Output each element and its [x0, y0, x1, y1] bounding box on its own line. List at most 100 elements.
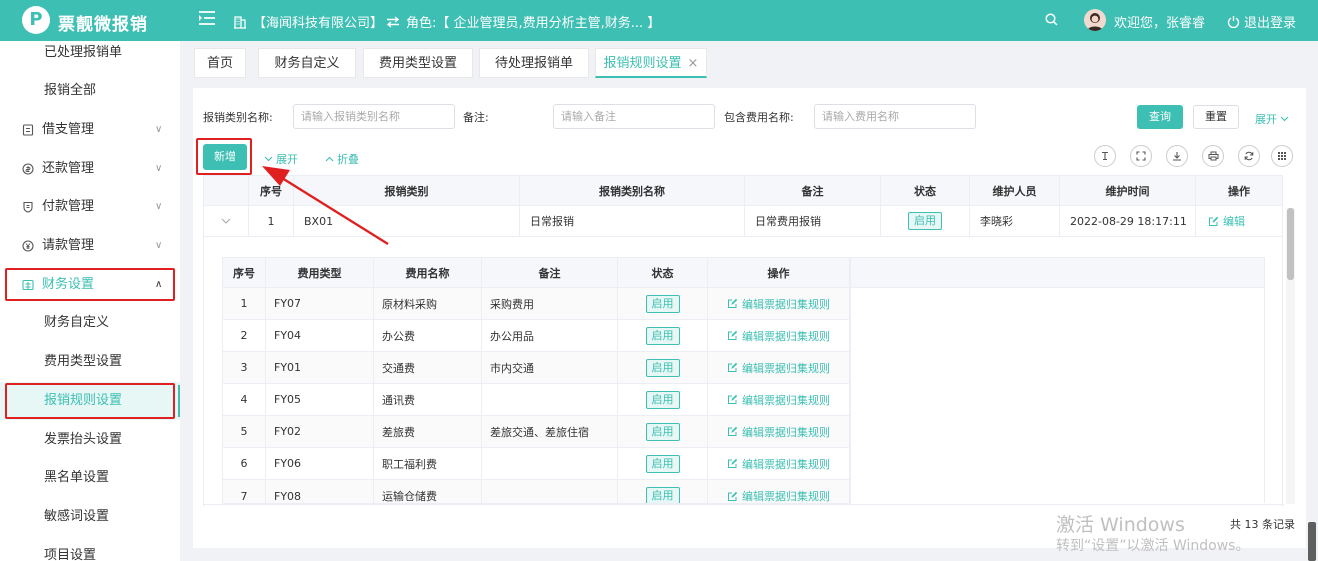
download-icon[interactable] [1166, 145, 1188, 167]
cell-actions: 编辑票据归集规则 [708, 448, 850, 479]
table-row[interactable]: 2 FY04 办公费 办公用品 启用 编辑票据归集规则 [222, 320, 851, 352]
sidebar-item-sensitive-words[interactable]: 敏感词设置 [0, 498, 180, 536]
tab-fee-type[interactable]: 费用类型设置 [363, 48, 473, 78]
cell-index: 5 [223, 416, 266, 447]
role-selector[interactable]: 角色:【 企业管理员,费用分析主管,财务... 】 [386, 12, 660, 31]
sidebar-item-payment[interactable]: 付款管理 ∨ [0, 188, 180, 226]
scrollbar-thumb[interactable] [1287, 208, 1294, 280]
sidebar-item-processed[interactable]: 已处理报销单 [0, 34, 180, 72]
table-row[interactable]: 4 FY05 通讯费 启用 编辑票据归集规则 [222, 384, 851, 416]
row-expand-toggle[interactable] [204, 206, 249, 236]
expand-all-link[interactable]: 展开 [264, 151, 298, 167]
company-selector[interactable]: 【海闻科技有限公司】 [233, 12, 383, 31]
sidebar-item-loan[interactable]: 借支管理 ∨ [0, 111, 180, 149]
edit-rule-link[interactable]: 编辑票据归集规则 [727, 360, 830, 376]
table-row[interactable]: 1 FY07 原材料采购 采购费用 启用 编辑票据归集规则 [222, 288, 851, 320]
cell-maintainer: 李晓彩 [970, 206, 1060, 236]
cell-name: 运输仓储费 [374, 480, 482, 503]
text-size-icon[interactable] [1094, 145, 1116, 167]
edit-rule-link[interactable]: 编辑票据归集规则 [727, 456, 830, 472]
table-row[interactable]: 6 FY06 职工福利费 启用 编辑票据归集规则 [222, 448, 851, 480]
sidebar: 已处理报销单 报销全部 借支管理 ∨ 还款管理 ∨ 付款管理 ∨ 请款管理 ∨ … [0, 41, 180, 561]
tab-home[interactable]: 首页 [194, 48, 246, 78]
category-name-input[interactable]: 请输入报销类别名称 [293, 104, 455, 129]
chevron-down-icon: ∨ [155, 163, 163, 174]
chevron-down-icon: ∨ [155, 201, 163, 212]
sidebar-item-all-reimbursements[interactable]: 报销全部 [0, 72, 180, 110]
cell-remark [482, 384, 618, 415]
edit-rule-link[interactable]: 编辑票据归集规则 [727, 488, 830, 503]
search-icon[interactable] [1045, 13, 1058, 26]
cell-actions: 编辑票据归集规则 [708, 352, 850, 383]
tab-reimbursement-rules[interactable]: 报销规则设置 × [595, 48, 707, 78]
remark-input[interactable]: 请输入备注 [553, 104, 715, 129]
sidebar-item-blacklist[interactable]: 黑名单设置 [0, 459, 180, 497]
columns-icon[interactable] [1271, 145, 1293, 167]
chevron-down-icon [1280, 116, 1289, 122]
table-row[interactable]: 1 BX01 日常报销 日常费用报销 启用 李晓彩 2022-08-29 18:… [203, 206, 1283, 237]
edit-rule-link[interactable]: 编辑票据归集规则 [727, 296, 830, 312]
cell-name: 通讯费 [374, 384, 482, 415]
tab-pending[interactable]: 待处理报销单 [479, 48, 589, 78]
logout-label: 退出登录 [1244, 16, 1297, 31]
sidebar-item-invoice-header[interactable]: 发票抬头设置 [0, 421, 180, 459]
cell-status: 启用 [618, 384, 708, 415]
edit-icon [727, 330, 738, 341]
cell-status: 启用 [618, 352, 708, 383]
coin-icon [22, 163, 34, 175]
top-header: P 票靓微报销 【海闻科技有限公司】 角色:【 企业管理员,费用分析主管,财务.… [0, 0, 1318, 41]
app-logo[interactable]: P [22, 6, 50, 34]
fee-name-input[interactable]: 请输入费用名称 [814, 104, 976, 129]
col-header-index: 序号 [249, 176, 294, 205]
tab-finance-custom[interactable]: 财务自定义 [258, 48, 356, 78]
table-row[interactable]: 7 FY08 运输仓储费 启用 编辑票据归集规则 [222, 480, 851, 504]
table-row[interactable]: 5 FY02 差旅费 差旅交通、差旅住宿 启用 编辑票据归集规则 [222, 416, 851, 448]
col-header-category: 报销类别 [294, 176, 520, 205]
sub-col-type: 费用类型 [266, 258, 374, 287]
cell-actions: 编辑票据归集规则 [708, 320, 850, 351]
edit-link[interactable]: 编辑 [1208, 213, 1245, 229]
table-scrollbar[interactable] [1286, 208, 1295, 504]
logout-button[interactable]: 退出登录 [1227, 12, 1296, 31]
sidebar-item-fee-type[interactable]: 费用类型设置 [0, 343, 180, 381]
filter-expand-link[interactable]: 展开 [1255, 111, 1289, 127]
edit-rule-link[interactable]: 编辑票据归集规则 [727, 424, 830, 440]
cell-time: 2022-08-29 18:17:11 [1060, 206, 1196, 236]
menu-toggle-icon[interactable] [198, 10, 216, 26]
cell-type: FY02 [266, 416, 374, 447]
sidebar-item-projects[interactable]: 项目设置 [0, 537, 180, 561]
edit-icon [727, 426, 738, 437]
expand-all-label: 展开 [276, 153, 298, 166]
cell-index: 7 [223, 480, 266, 503]
table-row[interactable]: 3 FY01 交通费 市内交通 启用 编辑票据归集规则 [222, 352, 851, 384]
cell-status: 启用 [618, 320, 708, 351]
sidebar-item-repayment[interactable]: 还款管理 ∨ [0, 150, 180, 188]
edit-rule-link[interactable]: 编辑票据归集规则 [727, 392, 830, 408]
reset-button[interactable]: 重置 [1193, 105, 1239, 129]
avatar[interactable] [1084, 9, 1106, 31]
page-scrollbar[interactable] [1308, 512, 1316, 561]
collapse-all-link[interactable]: 折叠 [325, 151, 359, 167]
sub-table-empty-area [851, 288, 1265, 503]
page-scrollbar-thumb[interactable] [1308, 522, 1316, 561]
edit-icon [727, 458, 738, 469]
refresh-icon[interactable] [1238, 145, 1260, 167]
edit-label: 编辑 [1223, 215, 1245, 228]
edit-rule-link[interactable]: 编辑票据归集规则 [727, 328, 830, 344]
query-button[interactable]: 查询 [1137, 105, 1183, 129]
edit-icon [727, 491, 738, 502]
windows-activation-subtitle: 转到“设置”以激活 Windows。 [1056, 538, 1250, 554]
table-bottom-border [203, 504, 1284, 505]
status-badge: 启用 [645, 294, 680, 313]
col-header-category-name: 报销类别名称 [520, 176, 745, 205]
highlight-box-rules [5, 383, 175, 419]
cell-status: 启用 [618, 288, 708, 319]
fullscreen-icon[interactable] [1130, 145, 1152, 167]
cell-type: FY04 [266, 320, 374, 351]
shield-icon [22, 201, 34, 213]
sidebar-item-finance-custom[interactable]: 财务自定义 [0, 304, 180, 342]
edit-icon [727, 298, 738, 309]
sidebar-item-request[interactable]: 请款管理 ∨ [0, 227, 180, 265]
print-icon[interactable] [1202, 145, 1224, 167]
close-icon[interactable]: × [688, 56, 699, 71]
